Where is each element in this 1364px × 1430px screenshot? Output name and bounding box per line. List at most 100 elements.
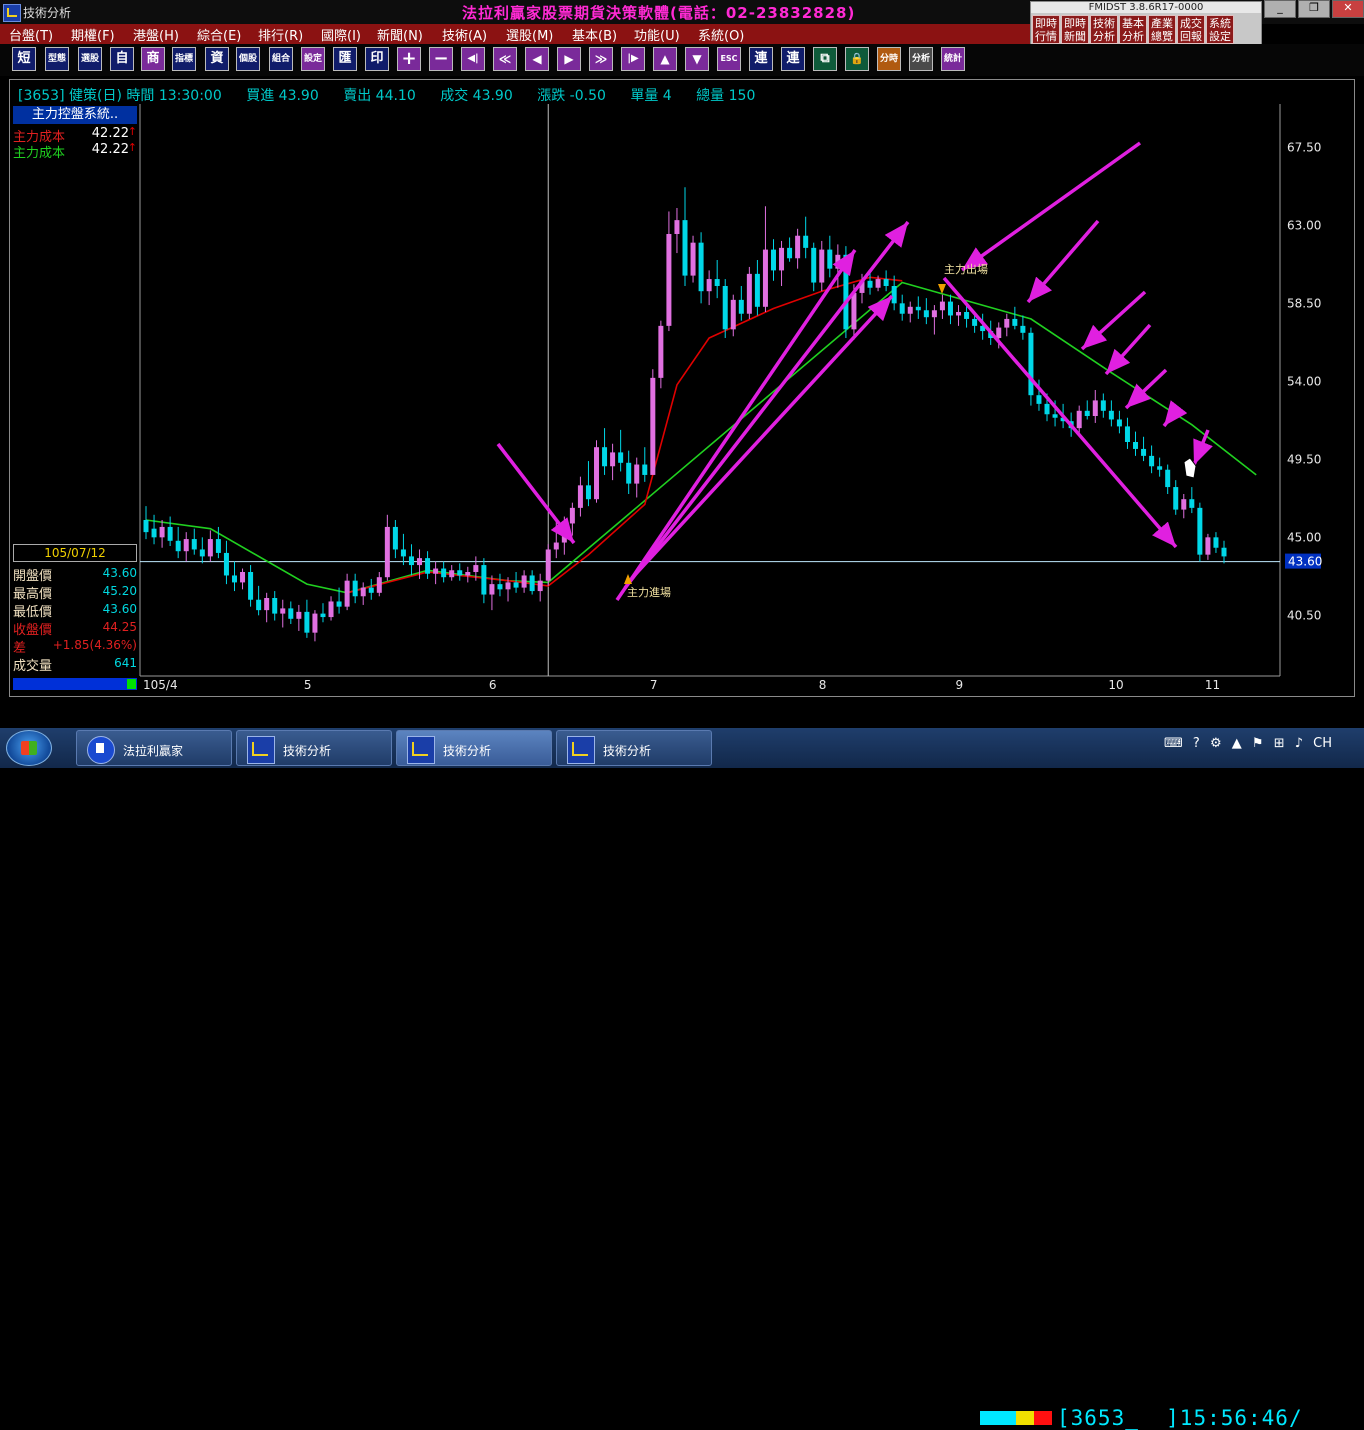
tb-esc-button[interactable]: ESC xyxy=(717,47,741,71)
chart-icon xyxy=(247,736,275,764)
quick-fill-report-button[interactable]: 成交回報 xyxy=(1177,15,1205,44)
menu-functions[interactable]: 功能(U) xyxy=(634,25,680,44)
header-code: [3653] 健策(日) 時間 13:30:00 xyxy=(18,88,222,104)
start-button[interactable] xyxy=(6,730,52,766)
tb-setup-button[interactable]: 設定 xyxy=(301,47,325,71)
stat-close: 收盤價 44.25 xyxy=(13,619,137,638)
stat-value: 641 xyxy=(114,656,137,670)
task-label: 技術分析 xyxy=(603,744,652,758)
menu-tw[interactable]: 台盤(T) xyxy=(9,25,53,44)
status-color-yellow xyxy=(1016,1411,1034,1425)
tb-back-button[interactable]: ◀ xyxy=(525,47,549,71)
quick-realtime-quote-button[interactable]: 即時行情 xyxy=(1032,15,1060,44)
chart-frame xyxy=(9,79,1355,697)
indicator-value: 42.22 xyxy=(91,142,129,157)
menu-ranking[interactable]: 排行(R) xyxy=(258,25,303,44)
menu-bar: 台盤(T) 期權(F) 港盤(H) 綜合(E) 排行(R) 國際(I) 新聞(N… xyxy=(0,24,1030,44)
stat-volume: 成交量 641 xyxy=(13,655,137,674)
tb-last-button[interactable]: |▶ xyxy=(621,47,645,71)
flag-icon[interactable]: ⚑ xyxy=(1252,736,1264,751)
tb-intraday-button[interactable]: 分時 xyxy=(877,47,901,71)
tb-fast-back-button[interactable]: ≪ xyxy=(493,47,517,71)
indicator-value: 42.22 xyxy=(91,126,129,141)
network-icon[interactable]: ⊞ xyxy=(1274,736,1285,751)
scrollbar-thumb[interactable] xyxy=(127,679,136,689)
restore-button[interactable]: ❐ xyxy=(1298,0,1330,18)
tray-expand-icon[interactable]: ▲ xyxy=(1232,736,1242,751)
stat-label: 收盤價 xyxy=(13,623,53,638)
quick-industry-button[interactable]: 產業總覽 xyxy=(1148,15,1176,44)
volume-icon[interactable]: ♪ xyxy=(1295,736,1303,751)
tb-up-button[interactable]: ▲ xyxy=(653,47,677,71)
tb-window-button[interactable]: ⧉ xyxy=(813,47,837,71)
chart-scrollbar[interactable] xyxy=(13,678,137,690)
stat-label: 成交量 xyxy=(13,659,53,674)
tb-select-button[interactable]: 選股 xyxy=(78,47,102,71)
indicator-title[interactable]: 主力控盤系統.. xyxy=(13,106,137,124)
taskbar-item-tech1[interactable]: 技術分析 xyxy=(236,730,392,766)
chart-icon xyxy=(407,736,435,764)
menu-system[interactable]: 系統(O) xyxy=(698,25,744,44)
header-deal: 成交 43.90 xyxy=(440,88,513,104)
taskbar-item-tech2[interactable]: 技術分析 xyxy=(396,730,552,766)
quick-technical-button[interactable]: 技術分析 xyxy=(1090,15,1118,44)
tb-stock-button[interactable]: 個股 xyxy=(236,47,260,71)
tb-zoom-out-button[interactable]: − xyxy=(429,47,453,71)
tb-short-button[interactable]: 短 xyxy=(12,47,36,71)
system-tray: ⌨ ? ⚙ ▲ ⚑ ⊞ ♪ CH xyxy=(1164,736,1338,751)
tb-combo-button[interactable]: 組合 xyxy=(269,47,293,71)
stat-value: 44.25 xyxy=(102,620,137,634)
stat-value: 43.60 xyxy=(102,566,137,580)
task-label: 法拉利贏家 xyxy=(123,744,184,758)
task-label: 技術分析 xyxy=(443,744,492,758)
tb-link2-button[interactable]: 連 xyxy=(781,47,805,71)
menu-futures[interactable]: 期權(F) xyxy=(71,25,115,44)
tb-fast-forward-button[interactable]: ≫ xyxy=(589,47,613,71)
status-stock-code[interactable]: [3653_ ] xyxy=(1057,1406,1180,1430)
stat-open: 開盤價 43.60 xyxy=(13,565,137,584)
tray-lang[interactable]: CH xyxy=(1313,736,1332,751)
menu-basic[interactable]: 基本(B) xyxy=(572,25,617,44)
ime-icon[interactable]: ⚙ xyxy=(1210,736,1222,751)
taskbar-item-ferrari[interactable]: 法拉利贏家 xyxy=(76,730,232,766)
close-button[interactable]: ✕ xyxy=(1332,0,1364,18)
tb-down-button[interactable]: ▼ xyxy=(685,47,709,71)
header-volume: 單量 4 xyxy=(630,88,672,104)
menu-overall[interactable]: 綜合(E) xyxy=(197,25,241,44)
window-title: 技術分析 xyxy=(23,6,72,20)
stat-value: 43.60 xyxy=(102,602,137,616)
tb-zoom-in-button[interactable]: + xyxy=(397,47,421,71)
tb-self-button[interactable]: 自 xyxy=(110,47,134,71)
tb-first-button[interactable]: ◀| xyxy=(461,47,485,71)
menu-hk[interactable]: 港盤(H) xyxy=(133,25,179,44)
stats-date: 105/07/12 xyxy=(13,544,137,562)
tb-pattern-button[interactable]: 型態 xyxy=(45,47,69,71)
task-label: 技術分析 xyxy=(283,744,332,758)
menu-intl[interactable]: 國際(I) xyxy=(321,25,361,44)
tb-analysis-button[interactable]: 分析 xyxy=(909,47,933,71)
menu-screener[interactable]: 選股(M) xyxy=(506,25,553,44)
status-color-red xyxy=(1034,1411,1052,1425)
minimize-button[interactable]: _ xyxy=(1264,0,1296,18)
up-arrow-icon: ↑ xyxy=(127,125,137,138)
help-icon[interactable]: ? xyxy=(1193,736,1200,751)
tb-export-button[interactable]: 匯 xyxy=(333,47,357,71)
tb-print-button[interactable]: 印 xyxy=(365,47,389,71)
tb-link-button[interactable]: 連 xyxy=(749,47,773,71)
tb-commodity-button[interactable]: 商 xyxy=(141,47,165,71)
quick-settings-button[interactable]: 系統設定 xyxy=(1206,15,1234,44)
stat-value: +1.85(4.36%) xyxy=(52,638,137,652)
window-controls: _ ❐ ✕ xyxy=(1262,0,1364,18)
header-bid: 買進 43.90 xyxy=(246,88,319,104)
tb-lock-button[interactable]: 🔒 xyxy=(845,47,869,71)
quick-fundamental-button[interactable]: 基本分析 xyxy=(1119,15,1147,44)
menu-technical[interactable]: 技術(A) xyxy=(442,25,487,44)
tb-stats-button[interactable]: 統計 xyxy=(941,47,965,71)
keyboard-icon[interactable]: ⌨ xyxy=(1164,736,1183,751)
taskbar-item-tech3[interactable]: 技術分析 xyxy=(556,730,712,766)
tb-indicator-button[interactable]: 指標 xyxy=(172,47,196,71)
tb-forward-button[interactable]: ▶ xyxy=(557,47,581,71)
menu-news[interactable]: 新聞(N) xyxy=(377,25,423,44)
tb-data-button[interactable]: 資 xyxy=(205,47,229,71)
quick-realtime-news-button[interactable]: 即時新聞 xyxy=(1061,15,1089,44)
